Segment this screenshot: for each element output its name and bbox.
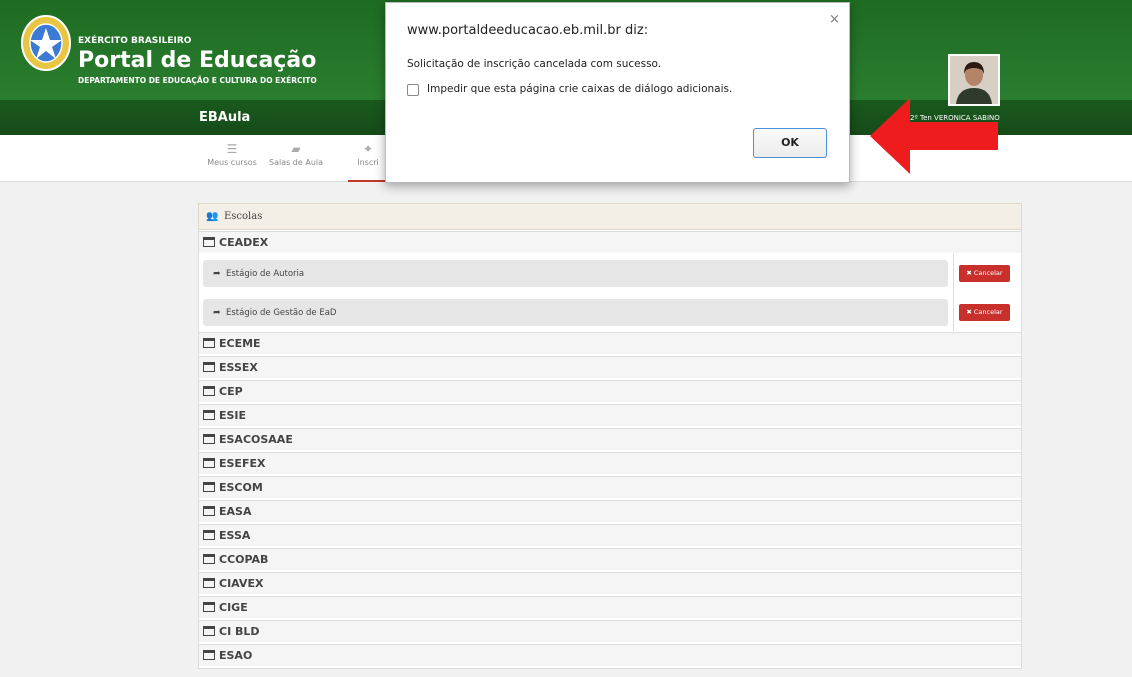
course-item[interactable]: ➦ Estágio de Gestão de EaD [203, 299, 948, 326]
course-name: Estágio de Gestão de EaD [226, 308, 337, 318]
red-arrow-icon [870, 98, 998, 174]
share-arrow-icon: ➦ [213, 269, 221, 279]
school-row[interactable]: ESACOSAAE [199, 428, 1021, 450]
table-icon [203, 386, 215, 396]
school-row[interactable]: CCOPAB [199, 548, 1021, 570]
table-icon [203, 506, 215, 516]
school-row[interactable]: ESEFEX [199, 452, 1021, 474]
school-name: ESIE [219, 409, 247, 422]
suppress-dialogs-checkbox[interactable] [407, 84, 419, 96]
list-icon: ☰ [226, 142, 238, 156]
checkbox-label[interactable]: Impedir que esta página crie caixas de d… [427, 83, 732, 95]
school-row[interactable]: CIAVEX [199, 572, 1021, 594]
table-icon [203, 602, 215, 612]
school-name: ESSEX [219, 361, 258, 374]
cancel-label: Cancelar [973, 269, 1003, 277]
nav-item-meus-cursos[interactable]: ☰ Meus cursos [200, 140, 264, 182]
course-name: Estágio de Autoria [226, 269, 305, 279]
panel-header [198, 203, 1022, 230]
school-name: CIGE [219, 601, 248, 614]
table-icon [203, 530, 215, 540]
ok-button[interactable]: OK [753, 128, 827, 158]
x-icon: ✖ [966, 308, 972, 316]
brand-top: EXÉRCITO BRASILEIRO [78, 36, 192, 46]
school-row[interactable]: CEP [199, 380, 1021, 402]
school-row[interactable]: CIGE [199, 596, 1021, 618]
school-name: ECEME [219, 337, 261, 350]
table-icon [203, 458, 215, 468]
school-name: CI BLD [219, 625, 260, 638]
school-row[interactable]: ESSA [199, 524, 1021, 546]
course-item[interactable]: ➦ Estágio de Autoria [203, 260, 948, 287]
divider [953, 254, 954, 293]
school-name: ESAO [219, 649, 253, 662]
school-row-ceadex[interactable]: CEADEX [199, 231, 1021, 253]
brand-title[interactable]: Portal de Educação [78, 48, 316, 73]
table-icon [203, 554, 215, 564]
nav-item-salas-de-aula[interactable]: ▰ Salas de Aula [264, 140, 328, 182]
table-icon [203, 578, 215, 588]
divider [953, 293, 954, 331]
table-icon [203, 482, 215, 492]
school-name: ESCOM [219, 481, 263, 494]
school-name: EASA [219, 505, 252, 518]
school-row[interactable]: ESAO [199, 644, 1021, 666]
school-name: CEADEX [219, 236, 269, 249]
school-name: ESSA [219, 529, 251, 542]
nav-label: Meus cursos [207, 158, 257, 167]
share-arrow-icon: ➦ [213, 308, 221, 318]
panel-title: Escolas [224, 211, 263, 222]
table-icon [203, 338, 215, 348]
cancel-label: Cancelar [973, 308, 1003, 316]
school-row[interactable]: ECEME [199, 332, 1021, 354]
school-row[interactable]: ESSEX [199, 356, 1021, 378]
nav-item-inscricoes[interactable]: ✦ Inscri [348, 140, 388, 182]
cancel-button[interactable]: ✖ Cancelar [959, 304, 1010, 321]
school-row[interactable]: ESIE [199, 404, 1021, 426]
nav-label: Inscri [357, 158, 379, 167]
table-icon [203, 237, 215, 247]
close-icon[interactable]: × [829, 12, 840, 27]
school-row[interactable]: CI BLD [199, 620, 1021, 642]
x-icon: ✖ [966, 269, 972, 277]
users-icon: 👥 [206, 211, 219, 222]
army-emblem-icon [21, 15, 71, 71]
pin-icon: ✦ [362, 142, 374, 156]
brand-subtitle: DEPARTAMENTO DE EDUCAÇÃO E CULTURA DO EX… [78, 76, 317, 85]
school-name: ESACOSAAE [219, 433, 293, 446]
table-icon [203, 362, 215, 372]
dialog-message: Solicitação de inscrição cancelada com s… [407, 58, 662, 70]
table-icon [203, 410, 215, 420]
table-icon [203, 434, 215, 444]
table-icon [203, 650, 215, 660]
school-name: CIAVEX [219, 577, 264, 590]
school-row[interactable]: ESCOM [199, 476, 1021, 498]
school-name: CCOPAB [219, 553, 269, 566]
app-title[interactable]: EBAula [199, 110, 250, 125]
nav-label: Salas de Aula [268, 158, 324, 167]
dialog-title: www.portaldeeducacao.eb.mil.br diz: [407, 23, 649, 38]
cancel-button[interactable]: ✖ Cancelar [959, 265, 1010, 282]
school-name: ESEFEX [219, 457, 266, 470]
table-icon [203, 626, 215, 636]
school-row[interactable]: EASA [199, 500, 1021, 522]
school-name: CEP [219, 385, 243, 398]
book-icon: ▰ [291, 142, 301, 156]
